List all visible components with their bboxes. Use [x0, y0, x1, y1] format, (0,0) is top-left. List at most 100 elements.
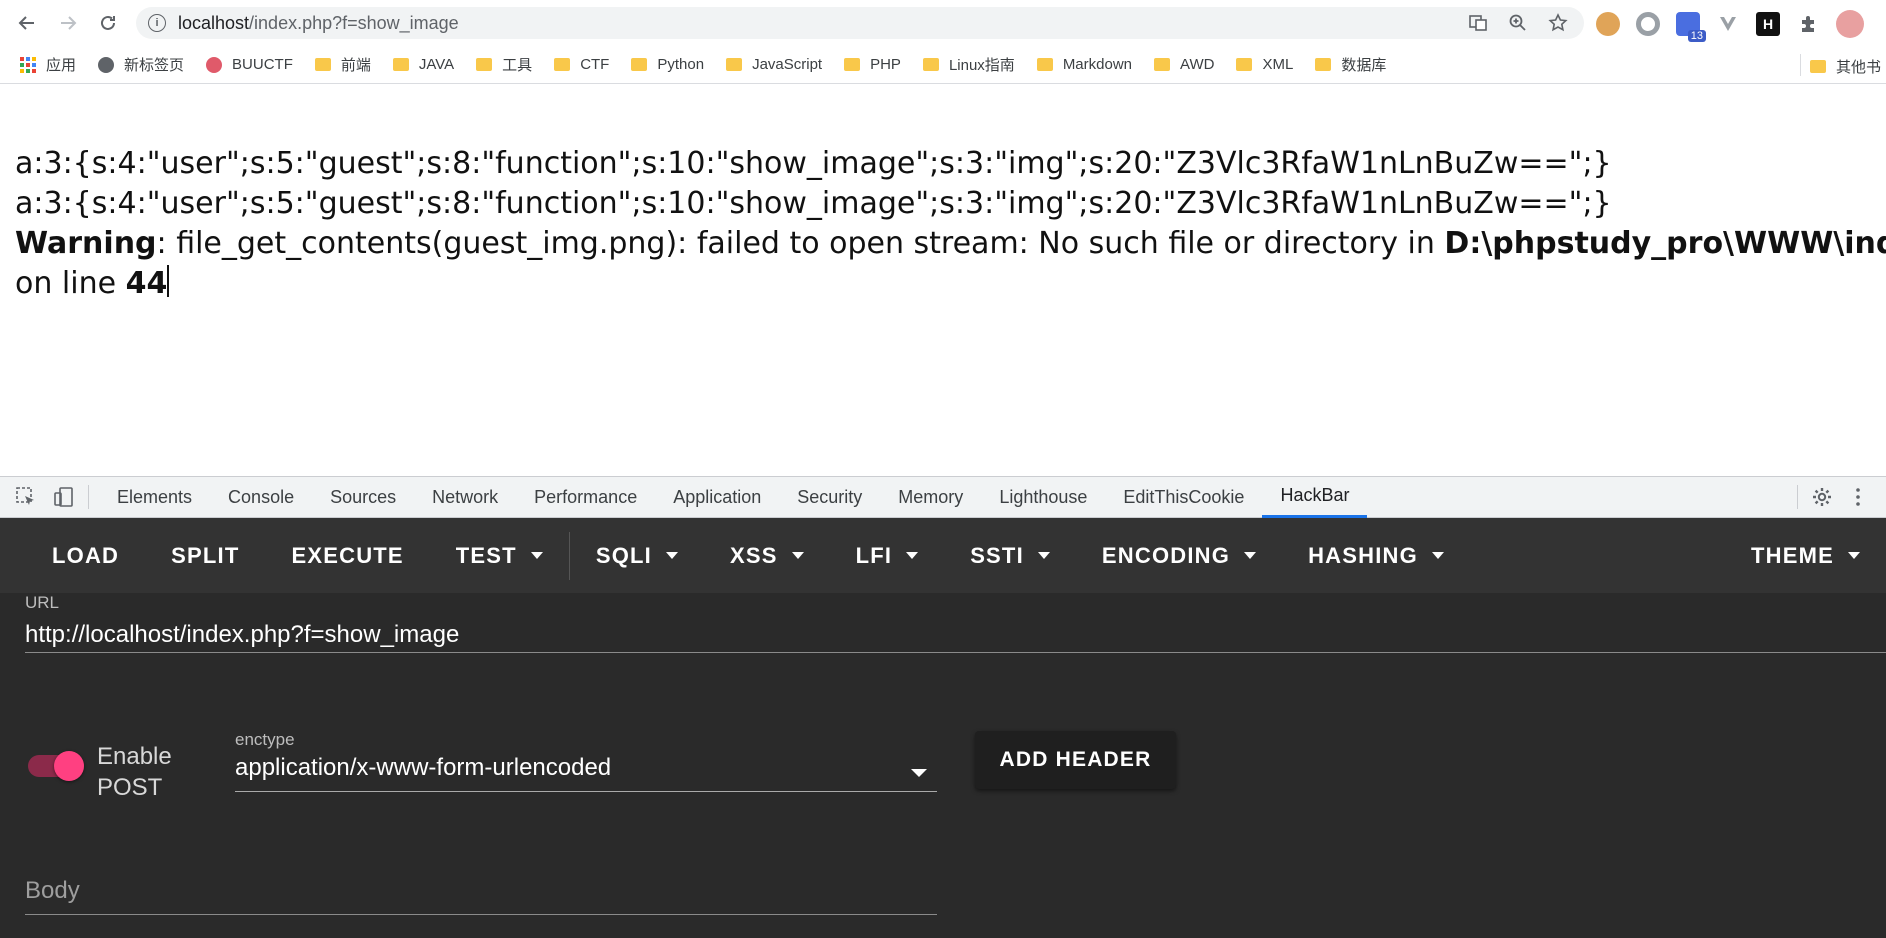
devtools-divider-right — [1797, 485, 1798, 509]
devtools-tab-performance[interactable]: Performance — [516, 476, 655, 518]
settings-gear-icon[interactable] — [1808, 483, 1836, 511]
bookmark-14[interactable]: 数据库 — [1315, 54, 1386, 75]
dropdown-caret-icon — [1244, 552, 1257, 559]
puzzle-extensions-icon[interactable] — [1796, 12, 1820, 36]
wappalyzer-extension-icon[interactable]: 13 — [1676, 12, 1706, 42]
text-caret — [167, 265, 170, 297]
bookmark-12[interactable]: AWD — [1154, 56, 1214, 73]
dropdown-caret-icon — [791, 552, 804, 559]
hackbar-execute-button[interactable]: EXECUTE — [265, 518, 429, 593]
hackbar-extension-icon[interactable]: H — [1756, 12, 1780, 36]
address-url[interactable]: localhost/index.php?f=show_image — [178, 13, 459, 34]
reload-icon[interactable] — [90, 5, 126, 41]
hackbar-ssti-button[interactable]: SSTI — [944, 518, 1076, 593]
page-output: a:3:{s:4:"user";s:5:"guest";s:8:"functio… — [15, 144, 1886, 304]
enctype-select[interactable]: application/x-www-form-urlencoded — [235, 754, 937, 792]
hackbar-button-label: SSTI — [970, 542, 1024, 568]
bookmark-label: 工具 — [502, 57, 533, 74]
enctype-dropdown-icon — [911, 769, 927, 777]
bookmark-6[interactable]: CTF — [554, 56, 609, 73]
body-placeholder: Body — [25, 877, 80, 904]
folder-icon — [1315, 58, 1332, 71]
circle-extension-icon[interactable] — [1636, 12, 1660, 36]
vue-devtools-icon[interactable] — [1716, 12, 1740, 36]
devtools-tab-sources[interactable]: Sources — [312, 476, 414, 518]
bookmark-5[interactable]: 工具 — [476, 54, 532, 75]
hackbar-primary-buttons: LOAD SPLIT EXECUTE TEST — [0, 518, 569, 593]
bookmarks-separator — [1800, 54, 1801, 76]
dropdown-caret-icon — [1037, 552, 1050, 559]
inspect-element-icon[interactable] — [12, 483, 40, 511]
hackbar-hashing-button[interactable]: HASHING — [1282, 518, 1470, 593]
profile-avatar-icon[interactable] — [1836, 10, 1864, 38]
warning-text: : file_get_contents(guest_img.png): fail… — [156, 226, 1445, 261]
dropdown-caret-icon — [906, 552, 919, 559]
devtools-tab-elements[interactable]: Elements — [99, 476, 210, 518]
bookmark-13[interactable]: XML — [1236, 56, 1293, 73]
add-header-button[interactable]: ADD HEADER — [975, 731, 1176, 789]
hackbar-menus: SQLI XSS LFI SSTI ENCODING HASHING — [570, 518, 1470, 593]
translate-icon[interactable] — [1468, 13, 1488, 38]
devtools-tab-lighthouse[interactable]: Lighthouse — [981, 476, 1105, 518]
device-toolbar-icon[interactable] — [50, 483, 78, 511]
bookmark-3[interactable]: 前端 — [314, 54, 371, 75]
back-arrow-icon[interactable] — [9, 5, 45, 41]
bookmark-10[interactable]: Linux指南 — [922, 54, 1015, 75]
bookmark-4[interactable]: JAVA — [392, 56, 455, 73]
bookmark-7[interactable]: Python — [631, 56, 704, 73]
devtools-tabbar: Elements Console Sources Network Performance… — [0, 476, 1886, 518]
enable-post-toggle[interactable] — [28, 751, 84, 781]
devtools-divider — [88, 485, 89, 509]
hackbar-xss-button[interactable]: XSS — [704, 518, 830, 593]
warning-path: D:\phpstudy_pro\WWW\index.php — [1444, 226, 1886, 261]
warning-line: on line 44 — [15, 264, 1886, 304]
bookmark-1[interactable]: 新标签页 — [98, 54, 184, 75]
bookmark-2[interactable]: BUUCTF — [206, 56, 293, 73]
devtools-tab-security[interactable]: Security — [779, 476, 880, 518]
folder-icon — [726, 58, 743, 71]
site-info-icon[interactable]: i — [148, 14, 166, 32]
hackbar-test-button[interactable]: TEST — [430, 518, 569, 593]
devtools-tab-editthiscookie[interactable]: EditThisCookie — [1105, 476, 1262, 518]
devtools-tab-memory[interactable]: Memory — [880, 476, 981, 518]
extensions-area: 13 H — [1596, 10, 1864, 42]
folder-icon — [554, 58, 571, 71]
hackbar-sqli-button[interactable]: SQLI — [570, 518, 704, 593]
hackbar-split-button[interactable]: SPLIT — [145, 518, 265, 593]
folder-icon — [476, 58, 493, 71]
buuctf-site-icon — [206, 56, 223, 73]
cookie-extension-icon[interactable] — [1596, 12, 1620, 36]
enable-post-label: Enable POST — [97, 743, 172, 801]
hackbar-lfi-button[interactable]: LFI — [830, 518, 945, 593]
bookmark-label: JAVA — [418, 56, 455, 73]
other-bookmarks[interactable]: 其他书 — [1810, 56, 1881, 77]
devtools-tab-console[interactable]: Console — [210, 476, 312, 518]
bookmark-label: 新标签页 — [124, 57, 185, 74]
zoom-icon[interactable] — [1508, 13, 1528, 38]
toggle-knob — [54, 751, 84, 781]
devtools-tab-list: Elements Console Sources Network Performance… — [99, 476, 1368, 518]
body-input[interactable]: Body — [25, 877, 937, 915]
theme-menu-button[interactable]: THEME — [1725, 518, 1886, 593]
hackbar-encoding-button[interactable]: ENCODING — [1076, 518, 1282, 593]
bookmark-0[interactable]: 应用 — [20, 54, 76, 75]
warning-label: Warning — [15, 226, 157, 261]
devtools-tab-hackbar[interactable]: HackBar — [1262, 476, 1368, 518]
hackbar-load-button[interactable]: LOAD — [26, 518, 145, 593]
hackbar-panel: URL Enable POST enctype application/x-ww… — [0, 593, 1886, 938]
enctype-label: enctype — [235, 730, 295, 749]
more-options-icon[interactable] — [1844, 483, 1872, 511]
bookmark-9[interactable]: PHP — [844, 56, 901, 73]
folder-icon — [1810, 60, 1826, 73]
url-path: /index.php?f=show_image — [249, 12, 459, 33]
bookmark-label: Markdown — [1062, 56, 1133, 73]
bookmark-label: AWD — [1180, 56, 1215, 73]
url-input[interactable] — [25, 617, 1886, 653]
forward-arrow-icon[interactable] — [50, 5, 86, 41]
bookmark-star-icon[interactable] — [1548, 13, 1568, 38]
bookmark-8[interactable]: JavaScript — [726, 56, 822, 73]
address-bar[interactable]: i localhost/index.php?f=show_image — [136, 7, 1584, 39]
devtools-tab-network[interactable]: Network — [414, 476, 516, 518]
bookmark-11[interactable]: Markdown — [1036, 56, 1133, 73]
devtools-tab-application[interactable]: Application — [655, 476, 779, 518]
